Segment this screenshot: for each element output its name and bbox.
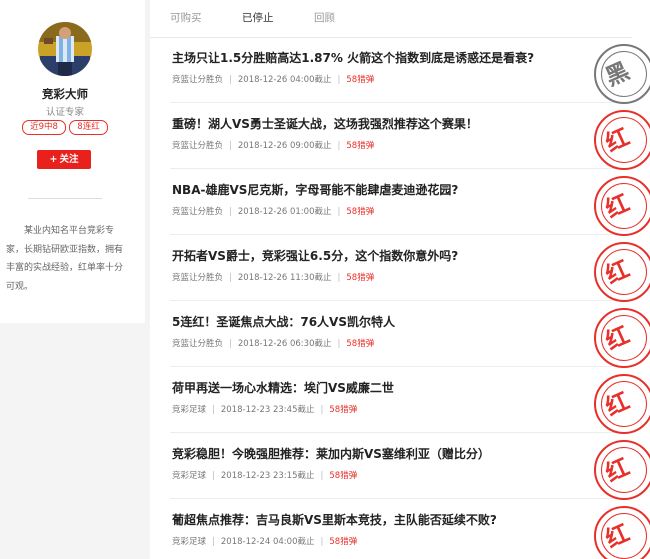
article-title[interactable]: 开拓者VS爵士，竞彩强让6.5分，这个指数你意外吗? [172,247,458,264]
article-deadline: 2018-12-23 23:45截止 [220,405,315,415]
separator: | [337,75,341,85]
result-stamp-red-icon: 红 [594,176,650,236]
article-meta: 竞篮让分胜负 | 2018-12-26 04:00截止 | 58猎弹 [172,73,374,85]
badge-recent-record: 近9中8 [22,120,66,135]
article-price: 58猎弹 [329,405,358,415]
separator: | [337,273,341,283]
article-price: 58猎弹 [346,339,375,349]
follow-button[interactable]: + 关注 [37,150,91,169]
article-meta: 竞彩足球 | 2018-12-23 23:15截止 | 58猎弹 [172,469,357,481]
separator: | [229,207,232,217]
article-meta: 竞彩足球 | 2018-12-24 04:00截止 | 58猎弹 [172,535,357,547]
tab-stopped[interactable]: 已停止 [242,10,274,25]
tab-review[interactable]: 回顾 [314,10,335,25]
separator: | [337,141,341,151]
row-divider [170,102,632,103]
article-item[interactable]: 竞彩稳胆！今晚强胆推荐：莱加内斯VS塞维利亚（赠比分） 竞彩足球 | 2018-12-… [170,434,632,500]
result-stamp-red-icon: 红 [594,440,650,500]
article-title[interactable]: 主场只让1.5分胜赔高达1.87% 火箭这个指数到底是诱惑还是看衰? [172,49,534,66]
result-stamp-red-icon: 红 [594,308,650,368]
row-divider [170,300,632,301]
article-category: 竞篮让分胜负 [172,141,224,151]
separator: | [337,339,341,349]
separator: | [320,537,324,547]
article-title[interactable]: 5连红！圣诞焦点大战：76人VS凯尔特人 [172,313,395,330]
follow-label: 关注 [59,154,79,165]
separator: | [212,537,215,547]
bio-text: 某业内知名平台竞彩专家，长期钻研欧亚指数，拥有丰富的实战经验，红单率十分可观。 [6,226,124,292]
article-deadline: 2018-12-24 04:00截止 [220,537,315,547]
article-deadline: 2018-12-26 06:30截止 [237,339,332,349]
article-category: 竞篮让分胜负 [172,273,224,283]
article-item[interactable]: 重磅！湖人VS勇士圣诞大战，这场我强烈推荐这个赛果！ 竞篮让分胜负 | 2018-12… [170,104,632,170]
article-item[interactable]: 5连红！圣诞焦点大战：76人VS凯尔特人竞篮让分胜负 | 2018-12-26 06… [170,302,632,368]
article-meta: 竞篮让分胜负 | 2018-12-26 09:00截止 | 58猎弹 [172,139,374,151]
user-name: 竞彩大师 [42,87,88,101]
row-divider [170,168,632,169]
article-meta: 竞彩足球 | 2018-12-23 23:45截止 | 58猎弹 [172,403,357,415]
article-meta: 竞篮让分胜负 | 2018-12-26 01:00截止 | 58猎弹 [172,205,374,217]
row-divider [170,366,632,367]
plus-icon: + [49,154,58,165]
article-title[interactable]: 重磅！湖人VS勇士圣诞大战，这场我强烈推荐这个赛果！ [172,115,478,132]
article-price: 58猎弹 [346,75,375,85]
separator: | [212,471,215,481]
article-deadline: 2018-12-23 23:15截止 [220,471,315,481]
separator: | [337,207,341,217]
avatar-image [38,22,92,76]
article-meta: 竞篮让分胜负 | 2018-12-26 11:30截止 | 58猎弹 [172,271,374,283]
article-category: 竞彩足球 [172,537,207,547]
article-title[interactable]: 葡超焦点推荐：吉马良斯VS里斯本竞技，主队能否延续不败? [172,511,497,528]
article-item[interactable]: NBA-雄鹿VS尼克斯，字母哥能不能肆虐麦迪逊花园? 竞篮让分胜负 | 2018-12… [170,170,632,236]
separator: | [229,273,232,283]
badge-streak: 8连红 [69,120,108,135]
separator: | [229,339,232,349]
article-title[interactable]: 荷甲再送一场心水精选：埃门VS威廉二世 [172,379,394,396]
article-price: 58猎弹 [346,273,375,283]
divider [28,198,102,199]
separator: | [229,75,232,85]
article-category: 竞篮让分胜负 [172,75,224,85]
article-category: 竞篮让分胜负 [172,339,224,349]
article-list-panel: 可购买 已停止 回顾 主场只让1.5分胜赔高达1.87% 火箭这个指数到底是诱惑… [150,0,650,559]
row-divider [170,432,632,433]
profile-card: 竞彩大师 认证专家 近9中8 8连红 + 关注 某业内知名平台竞彩专家，长期钻研欧… [0,0,145,323]
article-item[interactable]: 荷甲再送一场心水精选：埃门VS威廉二世竞彩足球 | 2018-12-23 23:45… [170,368,632,434]
article-title[interactable]: NBA-雄鹿VS尼克斯，字母哥能不能肆虐麦迪逊花园? [172,181,458,198]
row-divider [170,234,632,235]
separator: | [229,141,232,151]
article-item[interactable]: 主场只让1.5分胜赔高达1.87% 火箭这个指数到底是诱惑还是看衰? 竞篮让分胜负… [170,38,632,104]
article-price: 58猎弹 [329,537,358,547]
article-price: 58猎弹 [346,207,375,217]
tab-bar: 可购买 已停止 回顾 [150,0,650,38]
result-stamp-red-icon: 红 [594,374,650,434]
separator: | [212,405,215,415]
row-divider [170,498,632,499]
article-meta: 竞篮让分胜负 | 2018-12-26 06:30截止 | 58猎弹 [172,337,374,349]
result-stamp-red-icon: 红 [594,506,650,559]
article-deadline: 2018-12-26 04:00截止 [237,75,332,85]
article-price: 58猎弹 [329,471,358,481]
article-price: 58猎弹 [346,141,375,151]
result-stamp-black-icon: 黑 [594,44,650,104]
article-item[interactable]: 葡超焦点推荐：吉马良斯VS里斯本竞技，主队能否延续不败? 竞彩足球 | 2018-12… [172,500,632,559]
article-category: 竞篮让分胜负 [172,207,224,217]
article-category: 竞彩足球 [172,405,207,415]
article-title[interactable]: 竞彩稳胆！今晚强胆推荐：莱加内斯VS塞维利亚（赠比分） [172,445,490,462]
user-certification: 认证专家 [45,107,84,118]
article-item[interactable]: 开拓者VS爵士，竞彩强让6.5分，这个指数你意外吗? 竞篮让分胜负 | 2018-12… [170,236,632,302]
article-deadline: 2018-12-26 09:00截止 [237,141,332,151]
result-stamp-red-icon: 红 [594,242,650,302]
article-category: 竞彩足球 [172,471,207,481]
article-deadline: 2018-12-26 01:00截止 [237,207,332,217]
tab-available[interactable]: 可购买 [170,10,202,25]
avatar[interactable] [38,22,92,76]
separator: | [320,405,324,415]
separator: | [320,471,324,481]
article-deadline: 2018-12-26 11:30截止 [237,273,332,283]
result-stamp-red-icon: 红 [594,110,650,170]
